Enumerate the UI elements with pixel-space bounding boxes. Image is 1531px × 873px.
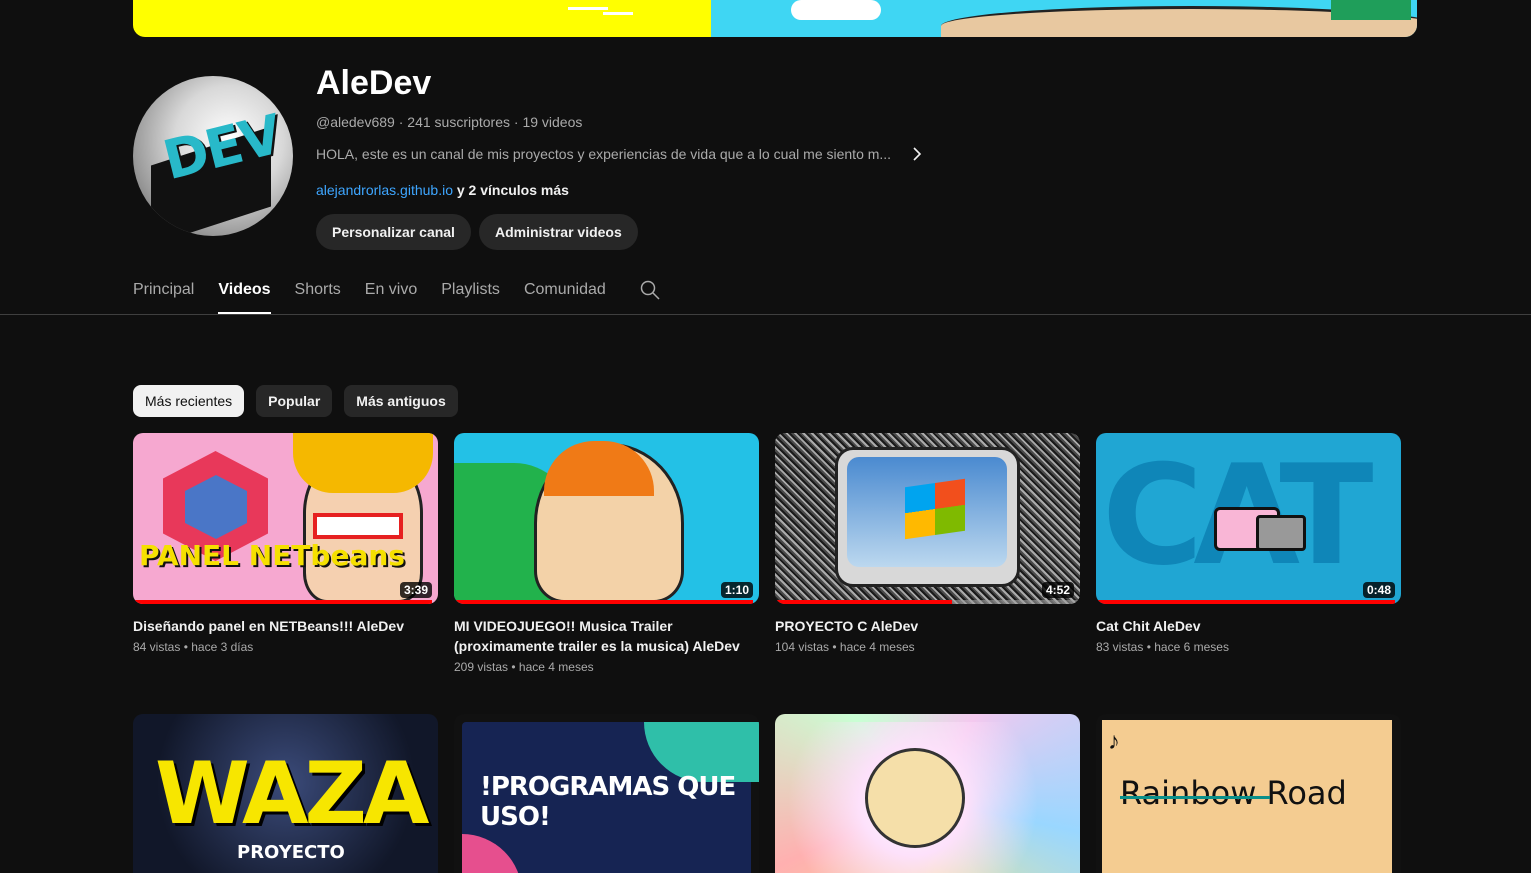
chevron-right-icon[interactable] [909,146,925,162]
tab-comunidad[interactable]: Comunidad [524,266,606,314]
channel-tabs: Principal Videos Shorts En vivo Playlist… [133,266,662,314]
video-views: 83 vistas [1096,640,1144,654]
thumbnail-subtext: PROYECTO [237,842,345,863]
video-date: hace 3 días [191,640,254,654]
channel-actions: Personalizar canal Administrar videos [316,214,638,250]
video-views: 209 vistas [454,660,509,674]
chip-oldest[interactable]: Más antiguos [344,385,458,417]
video-views: 104 vistas [775,640,830,654]
channel-link[interactable]: alejandrorlas.github.io [316,182,453,198]
banner-right [711,0,1417,37]
channel-name: AleDev [316,64,432,102]
video-card[interactable]: ♪ Rainbow Road [1096,714,1401,873]
channel-meta: @aledev689 · 241 suscriptores · 19 video… [316,114,583,130]
video-card[interactable]: WAZA PROYECTO [133,714,438,873]
video-date: hace 6 meses [1154,640,1229,654]
video-stats: 209 vistas • hace 4 meses [454,660,594,674]
tab-playlists[interactable]: Playlists [441,266,500,314]
video-stats: 104 vistas • hace 4 meses [775,640,915,654]
tab-shorts[interactable]: Shorts [295,266,341,314]
video-title[interactable]: Diseñando panel en NETBeans!!! AleDev [133,616,438,636]
video-thumbnail[interactable]: 1:10 [454,433,759,604]
video-card[interactable]: CAT CHIT 0:48 Cat Chit AleDev 83 vistas … [1096,433,1401,674]
video-thumbnail[interactable]: 4:52 [775,433,1080,604]
watch-progress [133,600,432,604]
video-duration: 1:10 [720,582,753,598]
video-thumbnail[interactable]: WAZA PROYECTO [133,714,438,873]
video-stats: 83 vistas • hace 6 meses [1096,640,1229,654]
channel-avatar[interactable]: DEV [133,76,293,236]
banner-left [133,0,711,37]
video-title[interactable]: MI VIDEOJUEGO!! Musica Trailer (proximam… [454,616,759,656]
thumbnail-text: WAZA [155,744,429,844]
tab-videos[interactable]: Videos [218,266,271,314]
video-views: 84 vistas [133,640,181,654]
more-links[interactable]: y 2 vínculos más [457,182,569,198]
tabs-divider [0,314,1531,315]
video-grid: PANEL NETbeans 3:39 Diseñando panel en N… [133,433,1417,873]
chip-recent[interactable]: Más recientes [133,385,245,417]
video-duration: 4:52 [1041,582,1074,598]
thumbnail-text: Rainbow Road [1120,774,1347,812]
channel-links: alejandrorlas.github.io y 2 vínculos más [316,182,569,198]
video-thumbnail[interactable] [775,714,1080,873]
thumbnail-text: !PROGRAMAS QUE USO! [480,772,736,832]
chip-popular[interactable]: Popular [256,385,333,417]
description-text: HOLA, este es un canal de mis proyectos … [316,146,892,162]
video-thumbnail[interactable]: CAT CHIT 0:48 [1096,433,1401,604]
tab-principal[interactable]: Principal [133,266,194,314]
tab-en-vivo[interactable]: En vivo [365,266,417,314]
channel-description[interactable]: HOLA, este es un canal de mis proyectos … [316,146,925,162]
video-card[interactable] [775,714,1080,873]
thumbnail-text: PANEL NETbeans [139,539,405,572]
manage-videos-button[interactable]: Administrar videos [478,214,638,250]
video-date: hace 4 meses [518,660,594,674]
customize-channel-button[interactable]: Personalizar canal [316,214,471,250]
channel-banner [133,0,1417,37]
video-card[interactable]: !PROGRAMAS QUE USO! [454,714,759,873]
video-duration: 3:39 [399,582,432,598]
video-thumbnail[interactable]: !PROGRAMAS QUE USO! [454,714,759,873]
video-count: 19 videos [522,114,583,130]
video-thumbnail[interactable]: PANEL NETbeans 3:39 [133,433,438,604]
video-title[interactable]: Cat Chit AleDev [1096,616,1401,636]
search-icon[interactable] [638,266,662,314]
watch-progress [1096,600,1395,604]
video-title[interactable]: PROYECTO C AleDev [775,616,1080,636]
watch-progress [775,600,952,604]
video-card[interactable]: PANEL NETbeans 3:39 Diseñando panel en N… [133,433,438,674]
video-card[interactable]: 4:52 PROYECTO C AleDev 104 vistas • hace… [775,433,1080,674]
video-stats: 84 vistas • hace 3 días [133,640,254,654]
subscriber-count: 241 suscriptores [407,114,510,130]
video-duration: 0:48 [1362,582,1395,598]
sort-chips: Más recientes Popular Más antiguos [133,385,458,417]
watch-progress [454,600,753,604]
music-note-icon: ♪ [1108,728,1120,755]
channel-handle: @aledev689 [316,114,395,130]
video-thumbnail[interactable]: ♪ Rainbow Road [1096,714,1401,873]
video-card[interactable]: 1:10 MI VIDEOJUEGO!! Musica Trailer (pro… [454,433,759,674]
video-date: hace 4 meses [839,640,915,654]
